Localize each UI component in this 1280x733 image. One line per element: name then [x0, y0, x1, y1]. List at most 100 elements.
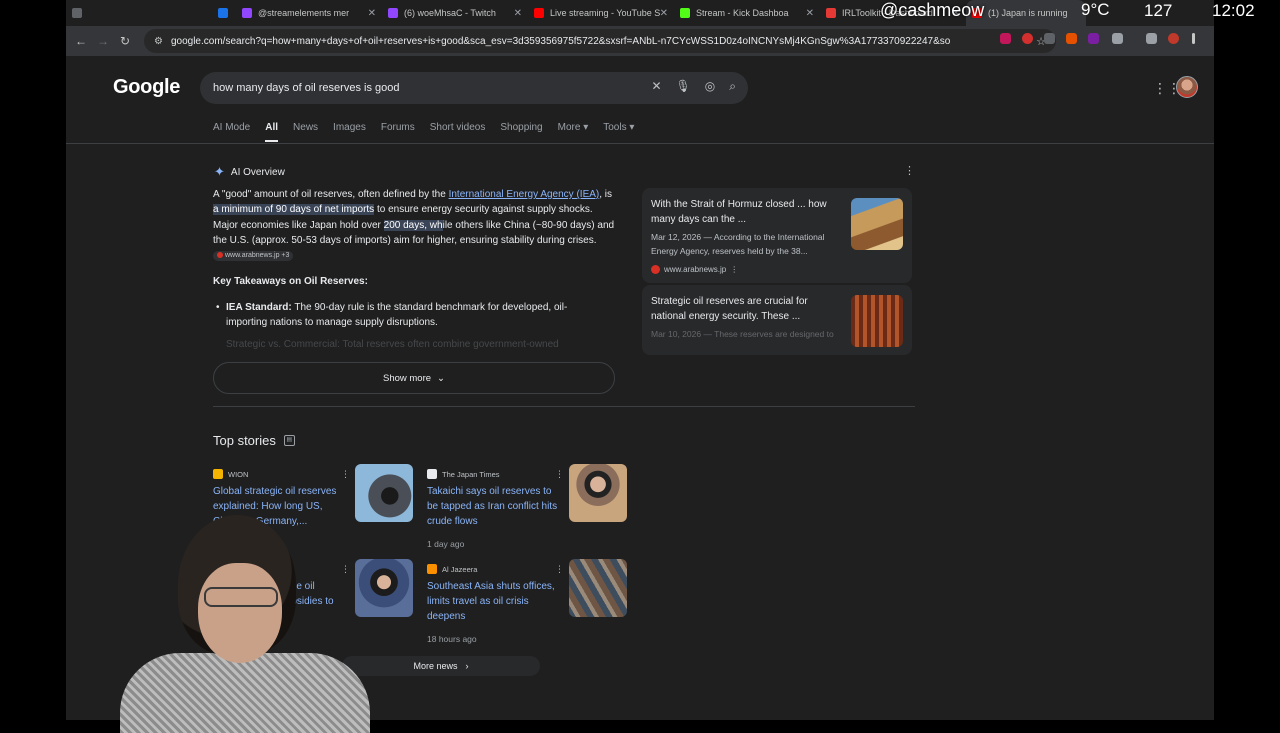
stories-icon: ▤	[283, 435, 295, 446]
show-more-button[interactable]: Show more ⌄	[213, 362, 615, 394]
top-stories-title: Top stories	[213, 433, 276, 448]
chevron-down-icon: ⌄	[437, 372, 446, 384]
tab-more-label: More	[557, 122, 581, 133]
extension-icon[interactable]	[1044, 33, 1055, 44]
show-more-label: Show more	[382, 372, 432, 384]
tab-2[interactable]: @streamelements mer ✕	[236, 0, 382, 26]
news-story[interactable]: The Japan Times ⋮ Takaichi says oil rese…	[427, 464, 632, 554]
section-divider	[213, 406, 915, 407]
faded-preview-text: Strategic vs. Commercial: Total reserves…	[226, 339, 559, 350]
header-divider	[66, 143, 1214, 144]
chevron-right-icon: ›	[465, 661, 469, 671]
source-card-thumbnail	[851, 295, 903, 347]
news-story[interactable]: Al Jazeera ⋮ Southeast Asia shuts office…	[427, 559, 632, 649]
media-icon[interactable]	[1146, 33, 1157, 44]
story-publisher: Al Jazeera	[427, 564, 477, 574]
more-options-icon[interactable]: ⋮	[555, 469, 564, 480]
tab-tools[interactable]: Tools ▾	[603, 122, 634, 133]
tab-title: (1) Japan is running	[988, 8, 1068, 18]
takeaway-bullet: IEA Standard: The 90-day rule is the sta…	[216, 300, 596, 331]
tab-favicon	[680, 8, 690, 18]
browser-toolbar: ← → ↻ ⚙ google.com/search?q=how+many+day…	[66, 26, 1214, 56]
story-thumbnail[interactable]	[569, 559, 627, 617]
tab-favicon	[72, 8, 82, 18]
source-card-title[interactable]: With the Strait of Hormuz closed ... how…	[651, 197, 841, 227]
forward-icon[interactable]: →	[92, 34, 114, 48]
story-headline[interactable]: Southeast Asia shuts offices, limits tra…	[427, 579, 562, 624]
source-card-domain: www.arabnews.jp	[664, 265, 727, 274]
more-options-icon[interactable]: ⋮	[730, 265, 738, 274]
tab-strip: @streamelements mer ✕ (6) woeMhsaC - Twit…	[66, 0, 1214, 26]
source-chip[interactable]: www.arabnews.jp +3	[213, 250, 294, 261]
tab-3[interactable]: (6) woeMhsaC - Twitch ✕	[382, 0, 528, 26]
bullet-label: IEA Standard:	[226, 302, 292, 313]
tab-news[interactable]: News	[293, 122, 318, 133]
source-card[interactable]: With the Strait of Hormuz closed ... how…	[642, 188, 912, 283]
search-tabs: AI Mode All News Images Forums Short vid…	[213, 122, 634, 142]
tab-title: @streamelements mer	[258, 8, 350, 18]
kebab-menu-icon[interactable]	[1192, 33, 1195, 44]
publisher-logo-icon	[427, 469, 437, 479]
more-options-icon[interactable]: ⋮	[555, 564, 564, 575]
webcam-shirt	[120, 653, 370, 733]
source-card-snippet: Mar 10, 2026 — These reserves are design…	[651, 329, 834, 339]
more-options-icon[interactable]: ⋮	[904, 164, 915, 177]
close-icon[interactable]: ✕	[806, 8, 814, 19]
chevron-down-icon: ▾	[583, 122, 589, 133]
google-logo[interactable]: Google	[113, 76, 180, 99]
extension-icon[interactable]	[1022, 33, 1033, 44]
tab-shopping[interactable]: Shopping	[500, 122, 542, 133]
address-url[interactable]: google.com/search?q=how+many+days+of+oil…	[171, 36, 951, 47]
tab-favicon	[388, 8, 398, 18]
story-age: 18 hours ago	[427, 634, 477, 644]
tab-tools-label: Tools	[603, 122, 627, 133]
tab-favicon	[826, 8, 836, 18]
story-thumbnail[interactable]	[569, 464, 627, 522]
webcam-face	[198, 563, 282, 663]
address-bar[interactable]: ⚙ google.com/search?q=how+many+days+of+o…	[144, 29, 1056, 53]
reload-icon[interactable]: ↻	[114, 34, 136, 48]
tab-forums[interactable]: Forums	[381, 122, 415, 133]
webcam-glasses	[204, 587, 278, 607]
tab-ai-mode[interactable]: AI Mode	[213, 122, 250, 133]
avatar[interactable]	[1176, 76, 1198, 98]
profile-icon[interactable]	[1168, 33, 1179, 44]
tab-images[interactable]: Images	[333, 122, 366, 133]
source-chip-label: www.arabnews.jp +3	[225, 251, 290, 259]
tab-more[interactable]: More ▾	[558, 122, 589, 133]
source-favicon-icon	[217, 251, 223, 258]
tab-title: (6) woeMhsaC - Twitch	[404, 8, 496, 18]
extension-icon[interactable]	[1066, 33, 1077, 44]
source-card[interactable]: Strategic oil reserves are crucial for n…	[642, 285, 912, 355]
search-icon[interactable]: ⌕	[729, 79, 736, 94]
extension-icon[interactable]	[1000, 33, 1011, 44]
tab-all[interactable]: All	[265, 122, 278, 142]
back-icon[interactable]: ←	[70, 34, 92, 48]
site-info-icon[interactable]: ⚙	[154, 36, 163, 47]
extension-icon[interactable]	[1088, 33, 1099, 44]
story-publisher: The Japan Times	[427, 469, 500, 479]
close-icon[interactable]: ✕	[660, 8, 668, 19]
search-input[interactable]: how many days of oil reserves is good ✕ …	[200, 72, 748, 104]
more-options-icon[interactable]: ⋮	[341, 469, 350, 480]
source-card-title[interactable]: Strategic oil reserves are crucial for n…	[651, 294, 841, 324]
clear-icon[interactable]: ✕	[651, 79, 661, 94]
tab-0[interactable]	[66, 0, 212, 26]
close-icon[interactable]: ✕	[514, 8, 522, 19]
temperature-overlay: 9°C	[1081, 0, 1110, 19]
tab-short-videos[interactable]: Short videos	[430, 122, 486, 133]
iea-link[interactable]: International Energy Agency (IEA)	[449, 189, 600, 200]
key-takeaways-heading: Key Takeaways on Oil Reserves:	[213, 276, 368, 287]
tab-1[interactable]	[212, 0, 236, 26]
story-headline[interactable]: Takaichi says oil reserves to be tapped …	[427, 484, 562, 529]
puzzle-icon[interactable]	[1112, 33, 1123, 44]
close-icon[interactable]: ✕	[368, 8, 376, 19]
lens-icon[interactable]: ◎	[705, 79, 715, 94]
search-query[interactable]: how many days of oil reserves is good	[213, 82, 399, 94]
microphone-icon[interactable]: 🎙	[676, 79, 691, 94]
clock-overlay: 12:02	[1212, 1, 1255, 20]
tab-4[interactable]: Live streaming - YouTube S ✕	[528, 0, 674, 26]
publisher-logo-icon	[213, 469, 223, 479]
more-news-label: More news	[413, 661, 458, 671]
tab-5[interactable]: Stream - Kick Dashboa ✕	[674, 0, 820, 26]
